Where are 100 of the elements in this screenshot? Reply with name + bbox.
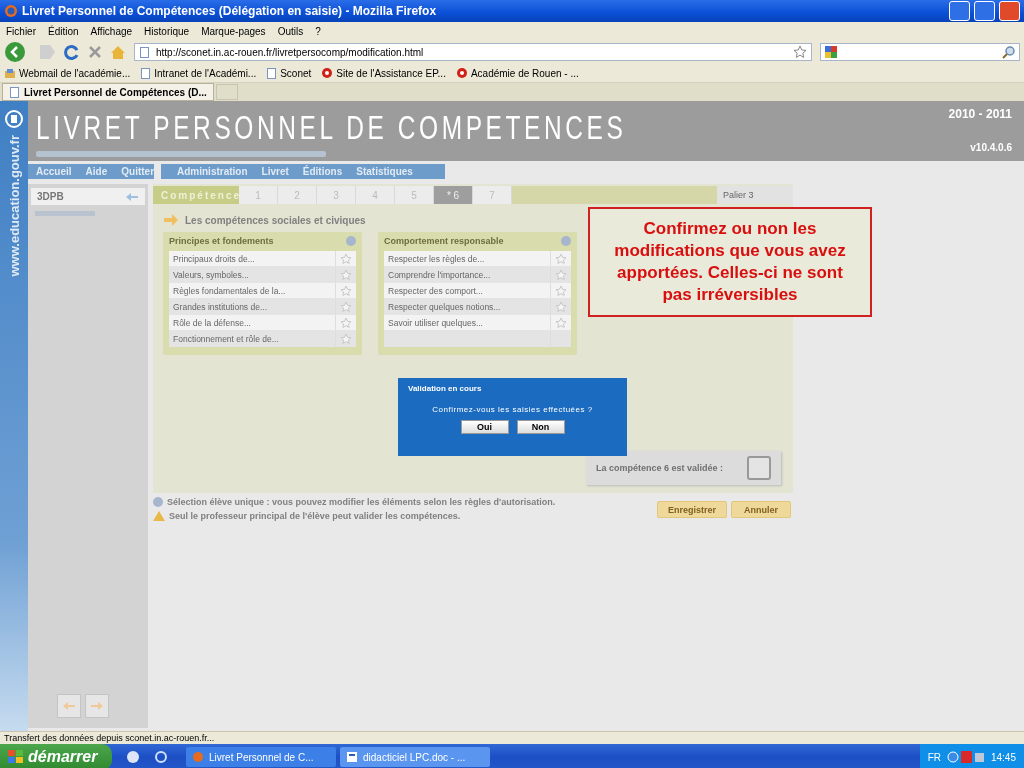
menu-link[interactable]: Quitter: [121, 166, 155, 177]
bookmark-link[interactable]: Académie de Rouen - ...: [470, 67, 579, 79]
taskbar-window[interactable]: Livret Personnel de C...: [186, 747, 336, 767]
menu-link[interactable]: Éditions: [302, 166, 343, 177]
star-icon[interactable]: [340, 252, 352, 265]
bookmark-link[interactable]: Site de l'Assistance EP...: [336, 67, 446, 79]
competence-tab[interactable]: * 6: [434, 186, 473, 204]
item-label: Respecter des comport...: [387, 285, 484, 296]
menu-link[interactable]: Aide: [85, 166, 108, 177]
menu-item[interactable]: Édition: [48, 25, 79, 37]
info-icon[interactable]: [561, 236, 571, 246]
item-label: Respecter les règles de...: [387, 253, 486, 264]
dialog-message: Confirmez-vous les saisies effectuées ?: [432, 405, 593, 414]
page-icon: [140, 66, 152, 80]
note-text: Seul le professeur principal de l'élève peut valider les compétences.: [169, 511, 461, 521]
mail-icon: [4, 67, 16, 79]
close-button[interactable]: [999, 1, 1020, 21]
item-label: Respecter quelques notions...: [387, 301, 502, 312]
taskbar-window[interactable]: didacticiel LPC.doc - ...: [340, 747, 490, 767]
search-engine-icon: [824, 45, 838, 59]
window-label: Livret Personnel de C...: [209, 751, 314, 763]
menu-item[interactable]: Outils: [277, 25, 304, 37]
browser-tab[interactable]: Livret Personnel de Compétences (D...: [2, 83, 214, 101]
tray-icons-drawing[interactable]: [946, 750, 985, 764]
home-icon[interactable]: [110, 44, 126, 60]
language-indicator[interactable]: FR: [927, 751, 941, 763]
menu-link[interactable]: Livret: [261, 166, 289, 177]
version-label: v10.4.0.6: [970, 142, 1012, 153]
star-icon[interactable]: [340, 284, 352, 297]
save-button[interactable]: Enregistrer: [657, 501, 727, 518]
stop-icon[interactable]: [88, 45, 102, 59]
previous-button[interactable]: [57, 694, 81, 718]
search-field[interactable]: [820, 43, 1020, 61]
star-icon[interactable]: [555, 268, 567, 281]
yes-button[interactable]: Oui: [460, 420, 509, 434]
menu-item[interactable]: ?: [315, 25, 321, 37]
browser-logo-icon: [192, 751, 204, 763]
page-icon: [266, 66, 278, 80]
note-text: Sélection élève unique : vous pouvez modifier les éléments selon les règles d'autorisation.: [167, 497, 556, 507]
start-button[interactable]: démarrer: [0, 744, 112, 768]
window-label: didacticiel LPC.doc - ...: [363, 751, 466, 763]
site-label: www.education.gouv.fr: [6, 135, 22, 277]
group-title: Principes et fondements: [169, 236, 274, 246]
app-title: LIVRET PERSONNEL DE COMPETENCES: [36, 109, 628, 145]
address-field[interactable]: http://sconet.in.ac-rouen.fr/livretpersocomp/modification.html: [134, 43, 812, 61]
validation-checkbox[interactable]: [747, 456, 771, 480]
item-label: Grandes institutions de...: [172, 301, 269, 312]
status-text: Transfert des données depuis sconet.in.ac-rouen.fr...: [4, 733, 215, 743]
warning-icon: [153, 511, 165, 521]
page-icon: [9, 85, 20, 99]
dialog-title: Validation en cours: [408, 384, 482, 393]
bookmark-link[interactable]: Intranet de l'Académi...: [154, 67, 257, 79]
circle-icon: [455, 67, 468, 79]
star-icon[interactable]: [340, 300, 352, 313]
new-tab-button[interactable]: [215, 84, 238, 100]
star-icon[interactable]: [555, 284, 567, 297]
windows-logo-icon: [8, 750, 24, 764]
star-icon[interactable]: [555, 300, 567, 313]
search-icon[interactable]: [1002, 45, 1016, 59]
item-label: Rôle de la défense...: [172, 317, 252, 328]
arrow-right-icon: [90, 701, 104, 711]
class-label: 3DPB: [37, 191, 64, 202]
level-select[interactable]: Palier 3: [717, 186, 793, 204]
logo-icon: [4, 109, 24, 129]
page-icon: [139, 45, 150, 59]
validation-label: La compétence 6 est validée :: [596, 463, 724, 473]
restore-button[interactable]: [974, 1, 995, 21]
arrow-left-icon[interactable]: [125, 191, 139, 202]
menu-item[interactable]: Historique: [144, 25, 190, 37]
item-label: Principaux droits de...: [172, 253, 256, 264]
star-icon[interactable]: [340, 332, 352, 345]
circle-icon: [321, 67, 334, 79]
menu-link[interactable]: Accueil: [36, 166, 72, 177]
document-icon: [346, 751, 358, 763]
star-icon[interactable]: [340, 268, 352, 281]
item-label: Valeurs, symboles...: [172, 269, 250, 280]
forward-button[interactable]: [40, 43, 56, 61]
bookmark-link[interactable]: Sconet: [280, 67, 312, 79]
minimize-button[interactable]: [949, 1, 970, 21]
star-icon[interactable]: [555, 316, 567, 329]
star-icon[interactable]: [340, 316, 352, 329]
menu-item[interactable]: Fichier: [6, 25, 36, 37]
next-button[interactable]: [85, 694, 109, 718]
star-icon[interactable]: [793, 45, 807, 59]
browser-logo-icon: [4, 4, 18, 18]
no-button[interactable]: Non: [516, 420, 565, 434]
cancel-button[interactable]: Annuler: [731, 501, 791, 518]
annotation-callout: Confirmez ou non les modifications que vous avez apportées. Celles-ci ne sont pas irréversibles: [588, 207, 872, 317]
class-row[interactable]: 3DPB: [31, 188, 145, 205]
bookmark-link[interactable]: Webmail de l'académie...: [19, 67, 131, 79]
menu-item[interactable]: Marque-pages: [201, 25, 266, 37]
star-icon[interactable]: [555, 252, 567, 265]
menu-link[interactable]: Administration: [177, 166, 248, 177]
menu-link[interactable]: Statistiques: [356, 166, 413, 177]
info-icon[interactable]: [346, 236, 356, 246]
item-label: Comprendre l'importance...: [387, 269, 492, 280]
menu-item[interactable]: Affichage: [90, 25, 133, 37]
competence-label: Compétence: [153, 186, 239, 204]
reload-icon[interactable]: [64, 44, 80, 60]
quick-launch-icon[interactable]: [126, 750, 140, 764]
